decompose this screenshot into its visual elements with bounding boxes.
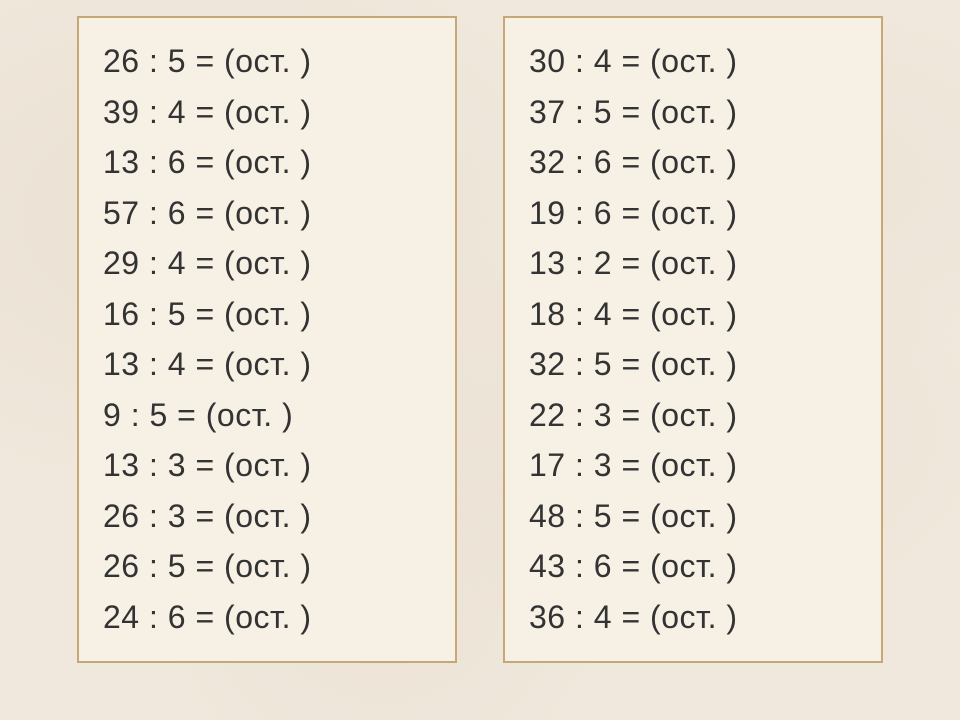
- division-problem: 13 : 3 = (ост. ): [103, 440, 431, 491]
- division-problem: 36 : 4 = (ост. ): [529, 592, 857, 643]
- division-problem: 13 : 4 = (ост. ): [103, 339, 431, 390]
- division-problem: 32 : 5 = (ост. ): [529, 339, 857, 390]
- division-problem: 17 : 3 = (ост. ): [529, 440, 857, 491]
- division-problem: 43 : 6 = (ост. ): [529, 541, 857, 592]
- division-problem: 13 : 6 = (ост. ): [103, 137, 431, 188]
- right-problem-box: 30 : 4 = (ост. )37 : 5 = (ост. )32 : 6 =…: [503, 16, 883, 663]
- left-problem-box: 26 : 5 = (ост. )39 : 4 = (ост. )13 : 6 =…: [77, 16, 457, 663]
- division-problem: 26 : 3 = (ост. ): [103, 491, 431, 542]
- division-problem: 24 : 6 = (ост. ): [103, 592, 431, 643]
- division-problem: 16 : 5 = (ост. ): [103, 289, 431, 340]
- division-problem: 29 : 4 = (ост. ): [103, 238, 431, 289]
- division-problem: 19 : 6 = (ост. ): [529, 188, 857, 239]
- division-problem: 18 : 4 = (ост. ): [529, 289, 857, 340]
- division-problem: 26 : 5 = (ост. ): [103, 541, 431, 592]
- division-problem: 9 : 5 = (ост. ): [103, 390, 431, 441]
- division-problem: 22 : 3 = (ост. ): [529, 390, 857, 441]
- division-problem: 39 : 4 = (ост. ): [103, 87, 431, 138]
- division-problem: 37 : 5 = (ост. ): [529, 87, 857, 138]
- division-problem: 26 : 5 = (ост. ): [103, 36, 431, 87]
- division-problem: 48 : 5 = (ост. ): [529, 491, 857, 542]
- division-problem: 57 : 6 = (ост. ): [103, 188, 431, 239]
- division-problem: 30 : 4 = (ост. ): [529, 36, 857, 87]
- division-problem: 32 : 6 = (ост. ): [529, 137, 857, 188]
- division-problem: 13 : 2 = (ост. ): [529, 238, 857, 289]
